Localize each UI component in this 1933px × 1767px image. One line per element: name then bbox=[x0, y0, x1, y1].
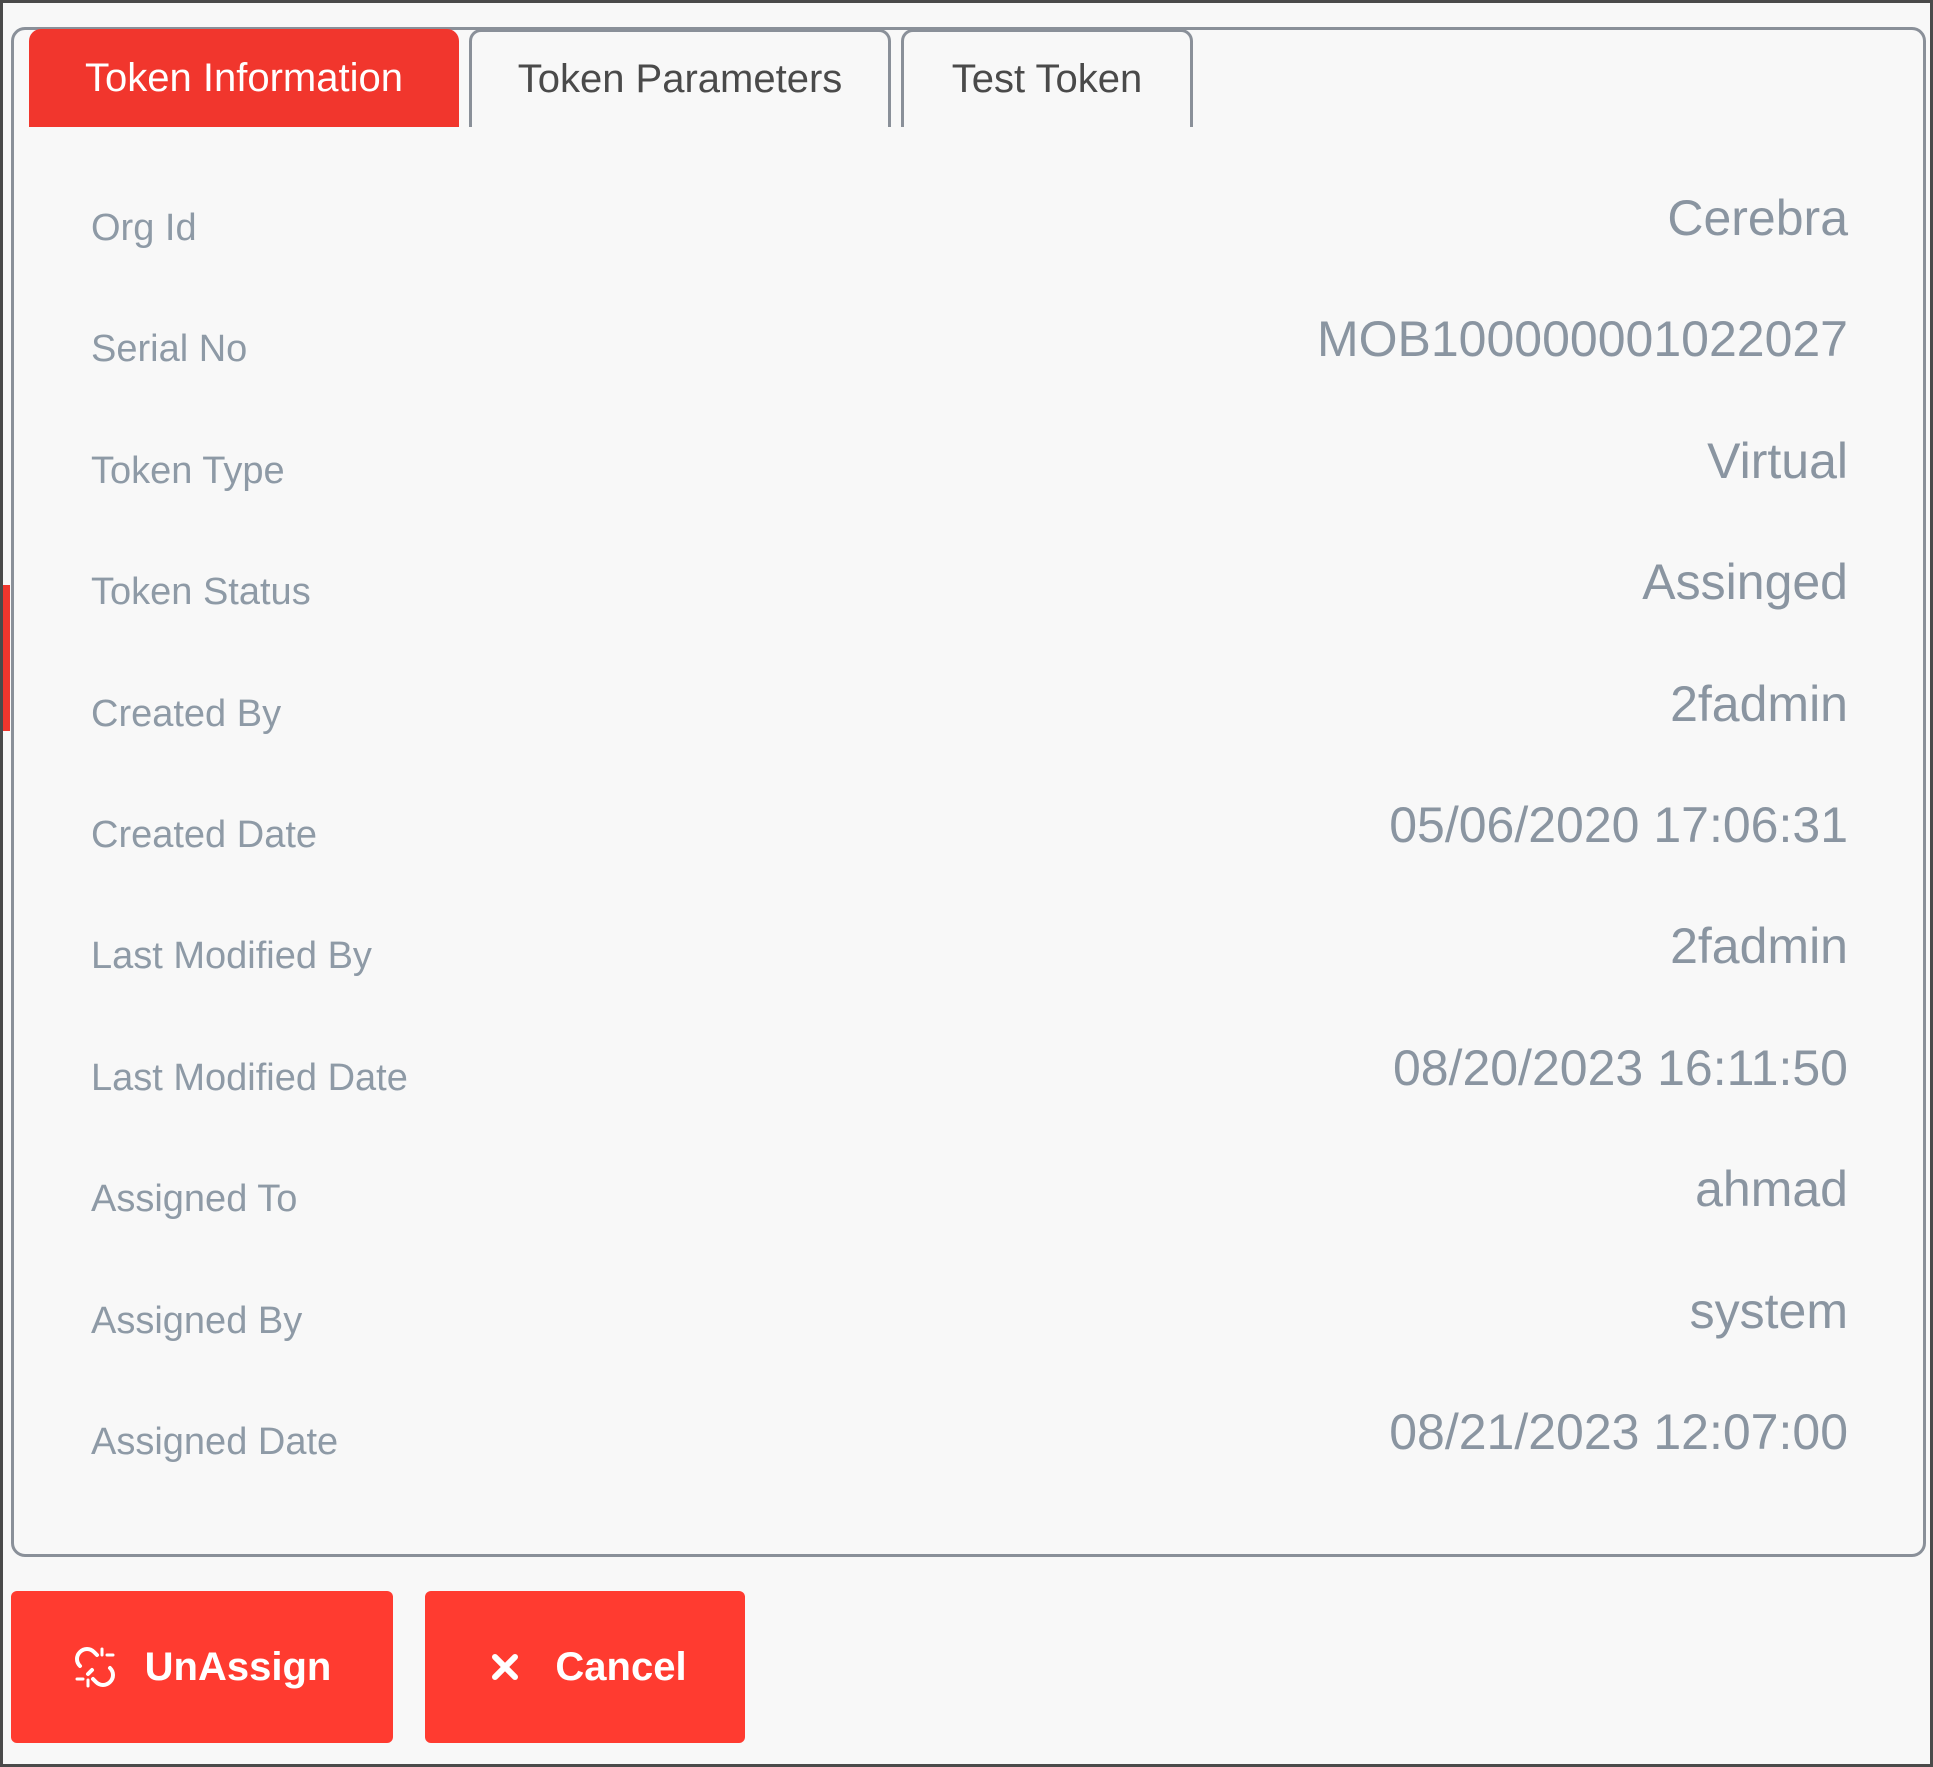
field-label: Assigned To bbox=[91, 1178, 298, 1221]
field-label: Last Modified By bbox=[91, 935, 372, 978]
field-row-serial-no: Serial No MOB100000001022027 bbox=[91, 304, 1848, 425]
field-label: Created By bbox=[91, 692, 282, 735]
tab-test-token[interactable]: Test Token bbox=[901, 29, 1193, 127]
field-value: 08/20/2023 16:11:50 bbox=[1392, 1039, 1848, 1096]
field-label: Serial No bbox=[91, 328, 248, 371]
action-bar: UnAssign Cancel bbox=[11, 1591, 745, 1743]
field-value: Assinged bbox=[1642, 554, 1848, 611]
field-row-token-type: Token Type Virtual bbox=[91, 426, 1848, 547]
close-icon bbox=[483, 1645, 527, 1689]
field-row-org-id: Org Id Cerebra bbox=[91, 183, 1848, 304]
field-value: ahmad bbox=[1695, 1161, 1848, 1218]
field-row-created-by: Created By 2fadmin bbox=[91, 669, 1848, 790]
field-value: Virtual bbox=[1707, 432, 1848, 489]
field-row-assigned-to: Assigned To ahmad bbox=[91, 1154, 1848, 1275]
field-row-last-modified-by: Last Modified By 2fadmin bbox=[91, 911, 1848, 1032]
field-label: Last Modified Date bbox=[91, 1056, 408, 1099]
field-row-last-modified-date: Last Modified Date 08/20/2023 16:11:50 bbox=[91, 1033, 1848, 1154]
tab-label: Token Information bbox=[85, 55, 403, 100]
field-label: Created Date bbox=[91, 813, 318, 856]
field-value: system bbox=[1689, 1282, 1848, 1339]
field-label: Token Status bbox=[91, 571, 311, 614]
field-value: 2fadmin bbox=[1670, 675, 1848, 732]
unassign-button[interactable]: UnAssign bbox=[11, 1591, 393, 1743]
field-label: Token Type bbox=[91, 449, 285, 492]
tab-token-parameters[interactable]: Token Parameters bbox=[469, 29, 891, 127]
unassign-label: UnAssign bbox=[144, 1644, 332, 1689]
tab-label: Token Parameters bbox=[517, 57, 843, 101]
token-fields-list: Org Id Cerebra Serial No MOB100000001022… bbox=[91, 183, 1848, 1518]
field-label: Assigned By bbox=[91, 1299, 303, 1342]
field-row-assigned-by: Assigned By system bbox=[91, 1276, 1848, 1397]
field-row-created-date: Created Date 05/06/2020 17:06:31 bbox=[91, 790, 1848, 911]
field-value: 05/06/2020 17:06:31 bbox=[1389, 796, 1848, 853]
tab-bar: Token Information Token Parameters Test … bbox=[29, 29, 1193, 127]
field-value: MOB100000001022027 bbox=[1316, 311, 1848, 368]
unlink-icon bbox=[73, 1645, 117, 1689]
field-row-token-status: Token Status Assinged bbox=[91, 547, 1848, 668]
field-value: Cerebra bbox=[1667, 190, 1848, 246]
field-label: Org Id bbox=[91, 207, 197, 249]
token-details-dialog: Token Information Token Parameters Test … bbox=[0, 0, 1933, 1767]
field-value: 08/21/2023 12:07:00 bbox=[1389, 1403, 1848, 1460]
tab-token-information[interactable]: Token Information bbox=[29, 29, 459, 127]
cancel-button[interactable]: Cancel bbox=[425, 1591, 745, 1743]
cancel-label: Cancel bbox=[555, 1644, 687, 1689]
tab-label: Test Token bbox=[951, 57, 1143, 101]
field-value: 2fadmin bbox=[1670, 918, 1848, 975]
active-indicator bbox=[3, 585, 10, 731]
field-row-assigned-date: Assigned Date 08/21/2023 12:07:00 bbox=[91, 1397, 1848, 1518]
field-label: Assigned Date bbox=[91, 1420, 339, 1463]
